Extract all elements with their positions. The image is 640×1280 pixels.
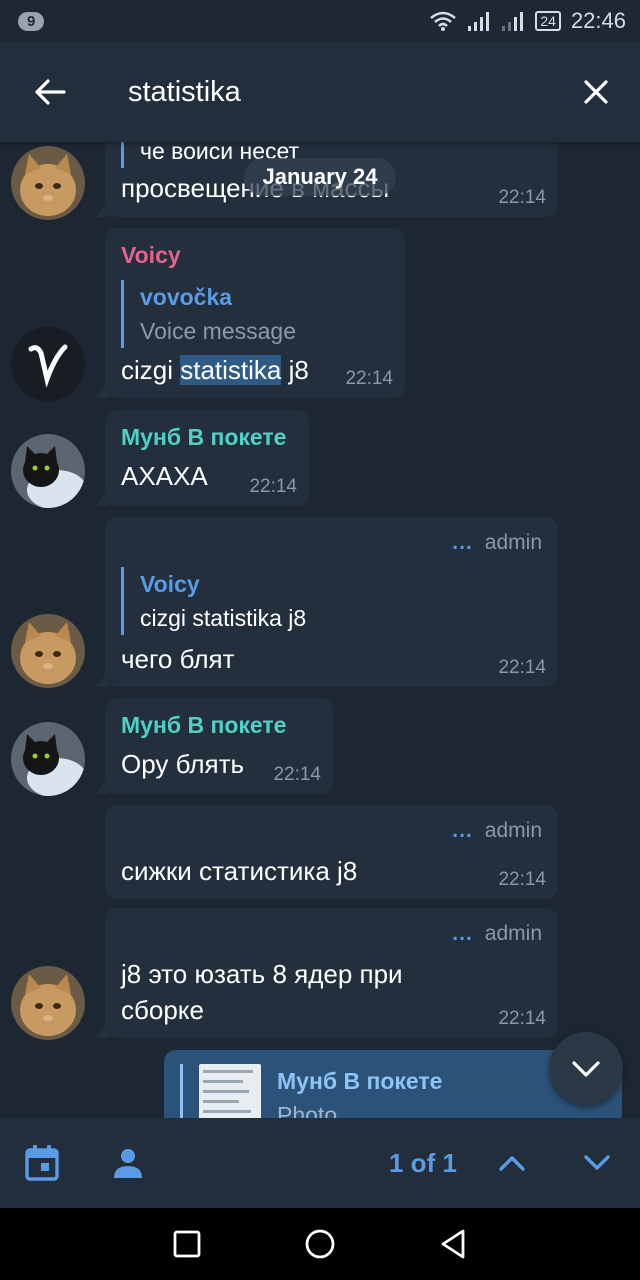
message-text: cizgi statistika j8 — [121, 352, 309, 388]
previous-result-button[interactable] — [487, 1138, 537, 1188]
avatar-cat[interactable] — [11, 966, 85, 1040]
circle-icon — [305, 1229, 335, 1259]
voicy-logo-icon — [11, 327, 85, 401]
message-bubble[interactable]: Мунб В покете Ору блять 22:14 — [95, 698, 333, 794]
message-time: 22:14 — [498, 187, 546, 208]
message-text: сижки статистика j8 — [121, 856, 358, 886]
calendar-button[interactable] — [17, 1138, 67, 1188]
reply-quote[interactable]: Мунб В покете Photo — [180, 1064, 442, 1118]
message-time: 22:14 — [498, 657, 546, 678]
reply-name: Voicy — [140, 571, 200, 597]
triangle-back-icon — [441, 1229, 465, 1259]
avatar-cat[interactable] — [11, 614, 85, 688]
scroll-down-button[interactable] — [549, 1032, 623, 1106]
chat-messages[interactable]: че воиси несет просвещение в массы 22:14… — [0, 142, 640, 1118]
search-input[interactable] — [128, 75, 528, 109]
sender-name: Мунб В покете — [121, 712, 287, 738]
avatar-cat[interactable] — [11, 146, 85, 220]
ellipsis-icon: ... — [452, 531, 473, 554]
photo-thumbnail — [199, 1064, 261, 1118]
reply-quote[interactable]: vovočka Voice message — [121, 280, 296, 348]
notification-count-badge: 9 — [18, 11, 45, 31]
back-nav-button[interactable] — [433, 1224, 473, 1264]
admin-badge: ... admin — [452, 819, 542, 843]
bubble-tail — [95, 778, 109, 794]
avatar-black-cat[interactable] — [11, 434, 85, 508]
reply-text: cizgi statistika j8 — [140, 605, 307, 631]
ellipsis-icon: ... — [452, 922, 473, 945]
chevron-down-icon — [572, 1061, 600, 1077]
admin-badge: ... admin — [452, 531, 542, 555]
message-text: Ору блять — [121, 749, 245, 779]
admin-badge: ... admin — [452, 922, 542, 946]
next-result-button[interactable] — [572, 1138, 622, 1188]
calendar-icon — [25, 1145, 59, 1181]
black-cat-avatar-image — [11, 434, 85, 508]
bubble-tail — [95, 490, 109, 506]
home-button[interactable] — [300, 1224, 340, 1264]
sender-name: Мунб В покете — [121, 424, 287, 450]
reply-text: Photo — [277, 1102, 338, 1118]
date-chip: January 24 — [244, 158, 396, 196]
close-icon — [584, 80, 608, 104]
search-by-user-button[interactable] — [103, 1138, 153, 1188]
message-time: 22:14 — [249, 476, 297, 497]
message-text-line-2: сборке — [121, 995, 204, 1025]
cat-avatar-image — [11, 146, 85, 220]
square-icon — [173, 1230, 201, 1258]
message-bubble[interactable]: Мунб В покете АХАХА 22:14 — [95, 410, 309, 506]
reply-text: Voice message — [140, 318, 296, 344]
admin-label: admin — [484, 531, 542, 554]
message-time: 22:14 — [498, 869, 546, 890]
admin-label: admin — [484, 819, 542, 842]
reply-name: vovočka — [140, 284, 233, 310]
wifi-icon — [430, 11, 457, 31]
avatar-black-cat[interactable] — [11, 722, 85, 796]
cat-avatar-image — [11, 966, 85, 1040]
message-text-line-1: j8 это юзать 8 ядер при — [121, 959, 403, 989]
text-before: cizgi — [121, 355, 181, 385]
message-time: 22:14 — [273, 764, 321, 785]
back-button[interactable] — [20, 62, 80, 122]
recents-button[interactable] — [167, 1224, 207, 1264]
search-highlight: statistika — [180, 355, 282, 385]
message-bubble[interactable]: Voicy vovočka Voice message cizgi statis… — [95, 228, 405, 398]
search-results-bar: 1 of 1 — [0, 1118, 640, 1208]
message-bubble[interactable]: ... admin сижки статистика j8 22:14 — [105, 805, 558, 899]
avatar-voicy[interactable] — [11, 327, 85, 401]
bubble-tail — [95, 671, 109, 687]
battery-icon: 24 — [535, 11, 561, 31]
bubble-tail — [95, 201, 109, 217]
search-header — [0, 42, 640, 142]
clock: 22:46 — [570, 8, 626, 33]
chevron-up-icon — [499, 1156, 525, 1171]
arrow-left-icon — [35, 79, 66, 105]
status-icons: 24 22:46 — [429, 8, 626, 34]
message-time: 22:14 — [498, 1008, 546, 1029]
chevron-down-icon — [584, 1155, 610, 1170]
system-navigation-bar — [0, 1208, 640, 1280]
signal-icon — [468, 12, 490, 31]
message-text: чего блят — [121, 644, 235, 674]
reply-quote[interactable]: Voicy cizgi statistika j8 — [121, 567, 306, 635]
message-bubble[interactable]: ... admin Voicy cizgi statistika j8 чего… — [95, 517, 558, 687]
signal-icon-2 — [502, 12, 524, 31]
cat-avatar-image — [11, 614, 85, 688]
person-icon — [114, 1149, 142, 1178]
clear-search-button[interactable] — [566, 62, 626, 122]
bubble-tail — [95, 1022, 109, 1038]
black-cat-avatar-image — [11, 722, 85, 796]
message-bubble[interactable]: ... admin j8 это юзать 8 ядер при сборке… — [95, 908, 558, 1038]
admin-label: admin — [484, 922, 542, 945]
ellipsis-icon: ... — [452, 819, 473, 842]
result-counter: 1 of 1 — [389, 1147, 457, 1178]
reply-name: Мунб В покете — [277, 1068, 443, 1094]
status-bar: 9 24 22:46 — [0, 0, 640, 42]
message-time: 22:14 — [345, 368, 393, 389]
text-after: j8 — [281, 355, 309, 385]
bubble-tail — [95, 382, 109, 398]
sender-name: Voicy — [121, 242, 181, 268]
message-text: АХАХА — [121, 461, 208, 491]
